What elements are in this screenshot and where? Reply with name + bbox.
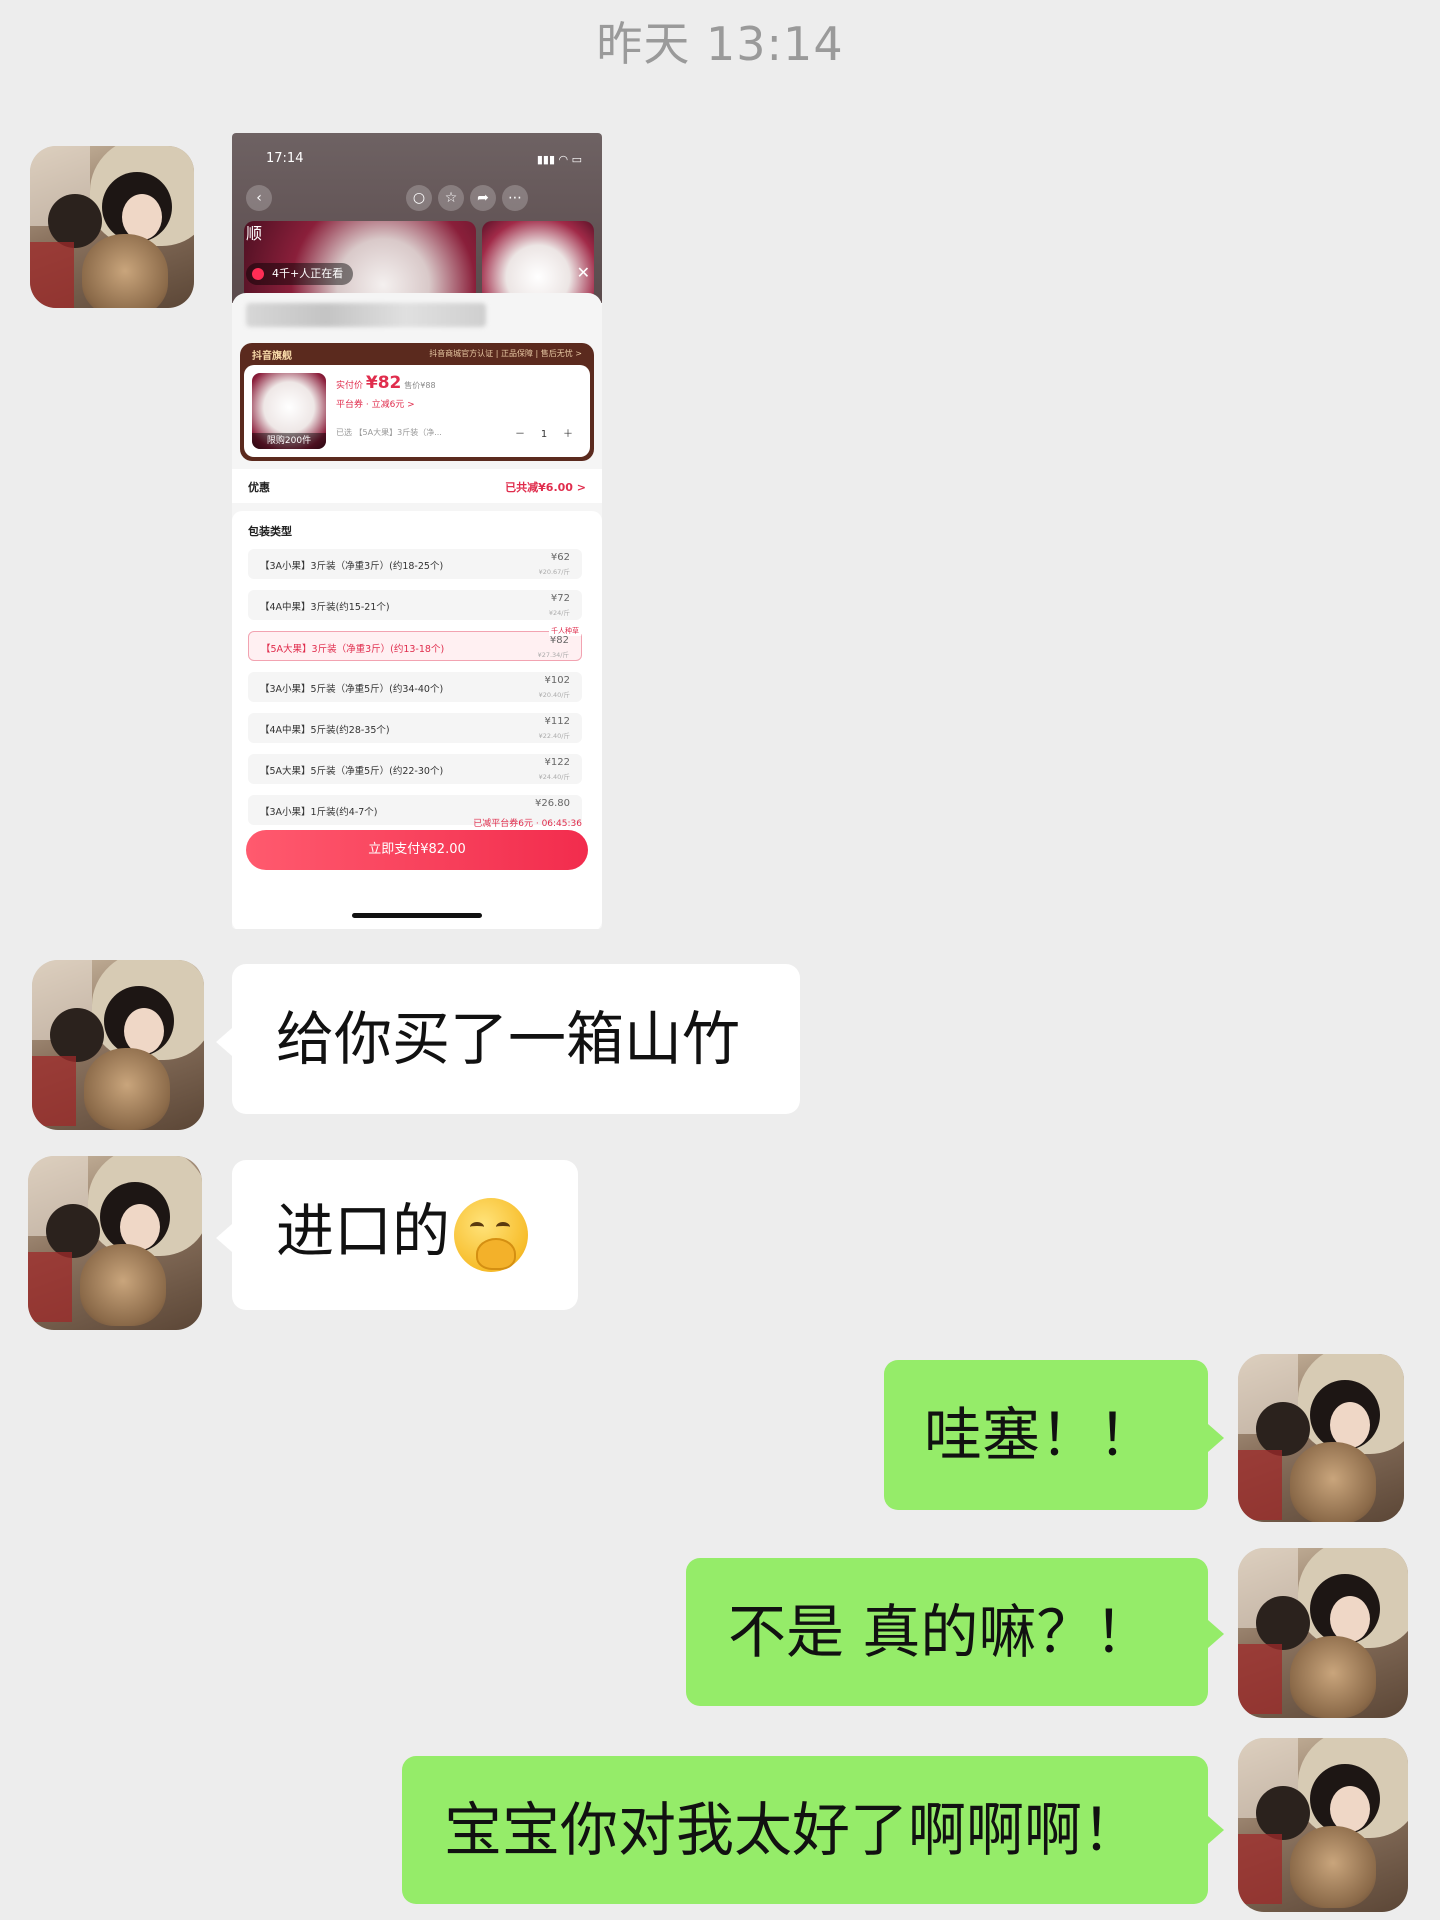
purchase-sheet: 抖音旗舰 抖音商城官方认证 | 正品保障 | 售后无忧 > 限购200件 实付价… (232, 293, 602, 929)
address-redacted (246, 303, 486, 327)
friend-avatar[interactable] (30, 146, 194, 308)
bubble-tail (216, 1028, 232, 1056)
live-viewers-badge: 4千+人正在看 (246, 263, 354, 285)
selected-spec: 已选 【5A大果】3斤装（净... (336, 428, 442, 437)
brand-label: 抖音旗舰 (252, 351, 292, 362)
message-bubble-right[interactable]: 宝宝你对我太好了啊啊啊！ (402, 1756, 1208, 1904)
chat-timestamp: 昨天 13:14 (596, 17, 844, 71)
home-indicator (352, 913, 482, 918)
shared-screenshot-image[interactable]: 17:14 ▮▮▮ ◠ ▭ ‹ ○ ☆ ➦ ⋯ 顺 4千+人正在看 ✕ 抖音旗舰… (232, 133, 602, 929)
plus-button[interactable]: ＋ (556, 425, 580, 440)
status-time: 17:14 (266, 151, 304, 166)
share-icon[interactable]: ➦ (470, 185, 496, 211)
more-icon[interactable]: ⋯ (502, 185, 528, 211)
friend-avatar[interactable] (28, 1156, 202, 1330)
option-item-selected[interactable]: 【5A大果】3斤装（净重3斤）(约13-18个) ¥82 ¥27.34/斤 千人种草 (248, 626, 582, 661)
message-bubble-right[interactable]: 不是 真的嘛？！ (686, 1558, 1208, 1706)
message-text: 不是 真的嘛？！ (728, 1598, 1153, 1666)
back-icon[interactable]: ‹ (246, 185, 272, 211)
discount-label: 优惠 (248, 481, 270, 494)
product-card: 抖音旗舰 抖音商城官方认证 | 正品保障 | 售后无忧 > 限购200件 实付价… (240, 343, 594, 461)
option-item[interactable]: 【3A小果】3斤装（净重3斤）(约18-25个) ¥62 ¥20.67/斤 (248, 549, 582, 579)
message-text: 哇塞！！ (924, 1401, 1157, 1469)
message-text: 进口的 (276, 1197, 451, 1266)
message-bubble-left[interactable]: 进口的 (232, 1160, 578, 1310)
discount-value: 已共减¥6.00 > (505, 481, 586, 494)
friend-avatar[interactable] (32, 960, 204, 1130)
purchase-limit: 限购200件 (252, 433, 326, 449)
coupon-countdown: 已减平台券6元 · 06:45:36 (473, 819, 582, 829)
bubble-tail (216, 1224, 232, 1252)
my-avatar[interactable] (1238, 1354, 1404, 1522)
option-item[interactable]: 【4A中果】3斤装(约15-21个) ¥72 ¥24/斤 (248, 590, 582, 620)
pay-now-button[interactable]: 立即支付¥82.00 (246, 830, 588, 870)
my-avatar[interactable] (1238, 1738, 1408, 1912)
hot-badge: 千人种草 (549, 626, 581, 636)
option-item[interactable]: 【3A小果】5斤装（净重5斤）(约34-40个) ¥102 ¥20.40/斤 (248, 672, 582, 702)
quantity-value: 1 (540, 429, 548, 440)
hand-over-mouth-emoji-icon (454, 1198, 529, 1272)
option-item[interactable]: 【4A中果】5斤装(约28-35个) ¥112 ¥22.40/斤 (248, 713, 582, 743)
product-video-thumbnail[interactable] (244, 221, 476, 301)
message-bubble-left[interactable]: 给你买了一箱山竹 (232, 964, 800, 1114)
minus-button[interactable]: － (508, 425, 532, 440)
certification-text: 抖音商城官方认证 | 正品保障 | 售后无忧 > (429, 349, 582, 358)
bubble-tail (1208, 1620, 1224, 1648)
pay-price: 实付价 ¥82 售价¥88 (336, 373, 436, 393)
status-icons: ▮▮▮ ◠ ▭ (536, 153, 582, 166)
bubble-tail (1208, 1424, 1224, 1452)
close-icon[interactable]: ✕ (577, 263, 590, 282)
message-text: 宝宝你对我太好了啊啊啊！ (444, 1796, 1141, 1864)
product-image-thumbnail[interactable] (482, 221, 594, 301)
search-icon[interactable]: ○ (406, 185, 432, 211)
product-video-header: 17:14 ▮▮▮ ◠ ▭ ‹ ○ ☆ ➦ ⋯ 顺 4千+人正在看 ✕ (232, 133, 602, 303)
message-bubble-right[interactable]: 哇塞！！ (884, 1360, 1208, 1510)
message-text: 给你买了一箱山竹 (276, 1005, 741, 1073)
coupon-link[interactable]: 平台券 · 立减6元 > (336, 397, 415, 410)
star-icon[interactable]: ☆ (438, 185, 464, 211)
shop-name: 顺 (246, 224, 263, 243)
bubble-tail (1208, 1816, 1224, 1844)
live-dot-icon (252, 268, 264, 280)
discount-row[interactable]: 优惠 已共减¥6.00 > (232, 469, 602, 503)
product-image: 限购200件 (252, 373, 326, 449)
quantity-stepper[interactable]: － 1 ＋ (508, 425, 580, 440)
option-item[interactable]: 【5A大果】5斤装（净重5斤）(约22-30个) ¥122 ¥24.40/斤 (248, 754, 582, 784)
options-title: 包装类型 (248, 525, 292, 538)
my-avatar[interactable] (1238, 1548, 1408, 1718)
